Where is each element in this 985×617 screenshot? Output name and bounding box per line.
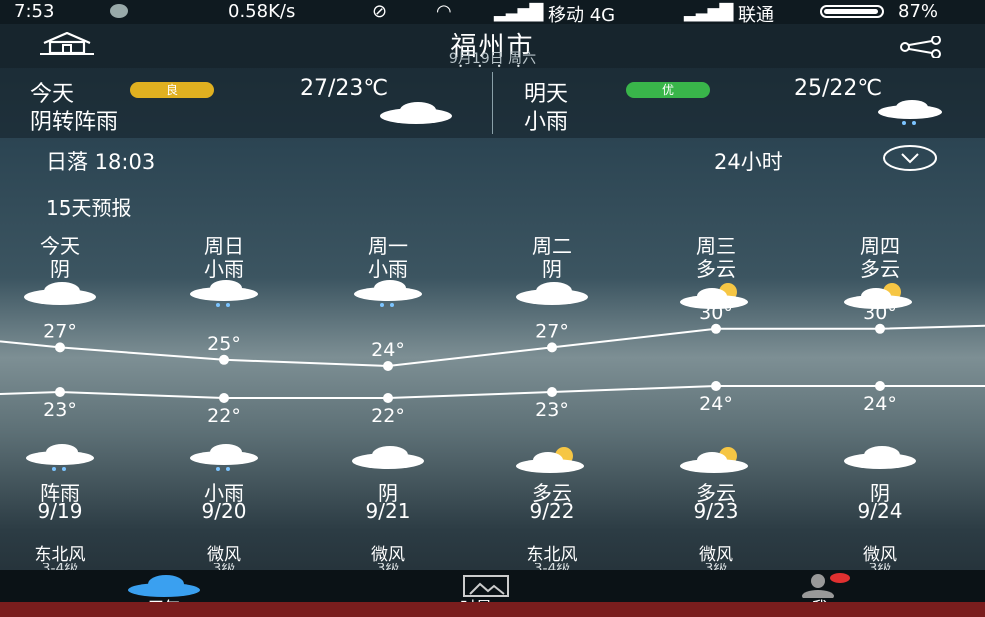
wind-direction: 微风 <box>863 545 897 565</box>
high-temp-point <box>219 354 229 365</box>
low-temp-line <box>0 385 985 399</box>
sunset-time: 日落 18:03 <box>46 150 156 174</box>
wind-direction: 东北风 <box>34 545 86 565</box>
forecast-title: 15天预报 <box>46 196 132 220</box>
status-speed: 0.58K/s <box>228 1 296 22</box>
ad-banner[interactable] <box>0 602 985 617</box>
low-temp-point <box>711 381 721 391</box>
status-bar: 7:53 0.58K/s ⊘ ◠ ▂▃▅▇ 移动 4G ▂▃▅▇ 联通 87% <box>0 0 985 26</box>
cloud-rain-icon <box>22 444 98 478</box>
day-condition: 小雨 <box>204 257 244 281</box>
temperature-chart: 27° 23° 25° 22° 24° 22° 27° 23° 30° 24° 30° 24° <box>0 302 985 427</box>
nav-photo-icon[interactable] <box>462 574 510 598</box>
today-aqi-badge[interactable]: 良 <box>130 82 214 98</box>
high-temp-point <box>55 342 65 353</box>
low-temp-point <box>383 393 393 403</box>
tomorrow-condition: 小雨 <box>524 110 569 135</box>
partly-cloudy-icon <box>514 444 590 478</box>
wind-direction: 微风 <box>371 545 405 565</box>
low-temp-label: 24° <box>699 393 733 415</box>
low-temp-label: 23° <box>535 399 569 421</box>
cloud-rain-icon <box>186 444 262 478</box>
low-temp-point <box>55 387 65 397</box>
day-condition: 多云 <box>696 257 736 281</box>
nav-user-icon[interactable] <box>790 572 854 598</box>
share-icon[interactable] <box>898 36 944 58</box>
panel-divider <box>492 72 493 134</box>
cloud-icon <box>380 102 452 124</box>
partly-cloudy-icon <box>678 444 754 478</box>
forecast-date: 9/23 <box>693 499 739 523</box>
forecast-date: 9/21 <box>365 499 411 523</box>
today-range: 27/23℃ <box>300 76 389 101</box>
tomorrow-range: 25/22℃ <box>794 76 883 101</box>
cloud-icon <box>350 444 426 478</box>
forecast-date: 9/20 <box>201 499 247 523</box>
cloud-icon <box>842 444 918 478</box>
tomorrow-aqi-badge[interactable]: 优 <box>626 82 710 98</box>
day-condition: 多云 <box>860 257 900 281</box>
signal-icon: ▂▃▅▇ <box>494 1 543 22</box>
battery-level: 87% <box>898 1 939 22</box>
high-temp-label: 25° <box>207 333 241 355</box>
status-time: 7:53 <box>14 1 55 22</box>
day-condition: 阴 <box>542 257 562 281</box>
wind-direction: 东北风 <box>526 545 578 565</box>
forecast-date: 9/24 <box>857 499 903 523</box>
chevron-down-icon[interactable] <box>882 144 938 172</box>
battery-icon <box>820 5 884 18</box>
low-temp-label: 23° <box>43 399 77 421</box>
high-temp-point <box>383 361 393 371</box>
low-temp-label: 24° <box>863 393 897 415</box>
high-temp-label: 24° <box>371 339 405 361</box>
high-temp-label: 27° <box>43 320 77 342</box>
high-temp-label: 27° <box>535 320 569 342</box>
wifi-icon: ◠ <box>436 1 452 22</box>
forecast-date: 9/22 <box>529 499 575 523</box>
nav-weather-icon[interactable] <box>126 574 202 598</box>
low-temp-label: 22° <box>371 405 405 427</box>
day-condition: 小雨 <box>368 257 408 281</box>
signal-icon-2: ▂▃▅▇ <box>684 1 733 22</box>
low-temp-label: 22° <box>207 405 241 427</box>
high-temp-line <box>0 324 985 368</box>
low-temp-point <box>875 381 885 391</box>
high-temp-label: 30° <box>699 302 733 324</box>
alarm-icon: ⊘ <box>372 1 388 22</box>
forecast-date: 9/19 <box>37 499 83 523</box>
wind-direction: 微风 <box>207 545 241 565</box>
high-temp-point <box>547 342 557 353</box>
high-temp-point <box>711 323 721 334</box>
wind-direction: 微风 <box>699 545 733 565</box>
cloud-rain-icon <box>878 100 942 125</box>
notification-icon <box>110 4 128 18</box>
header: 福州市 9月19日 周六 • • • • <box>0 24 985 71</box>
day-condition: 阴 <box>50 257 70 281</box>
high-temp-point <box>875 323 885 334</box>
low-temp-point <box>547 387 557 397</box>
high-temp-label: 30° <box>863 302 897 324</box>
low-temp-point <box>219 393 229 403</box>
today-condition: 阴转阵雨 <box>30 110 119 135</box>
hourly-toggle-label[interactable]: 24小时 <box>714 146 783 176</box>
